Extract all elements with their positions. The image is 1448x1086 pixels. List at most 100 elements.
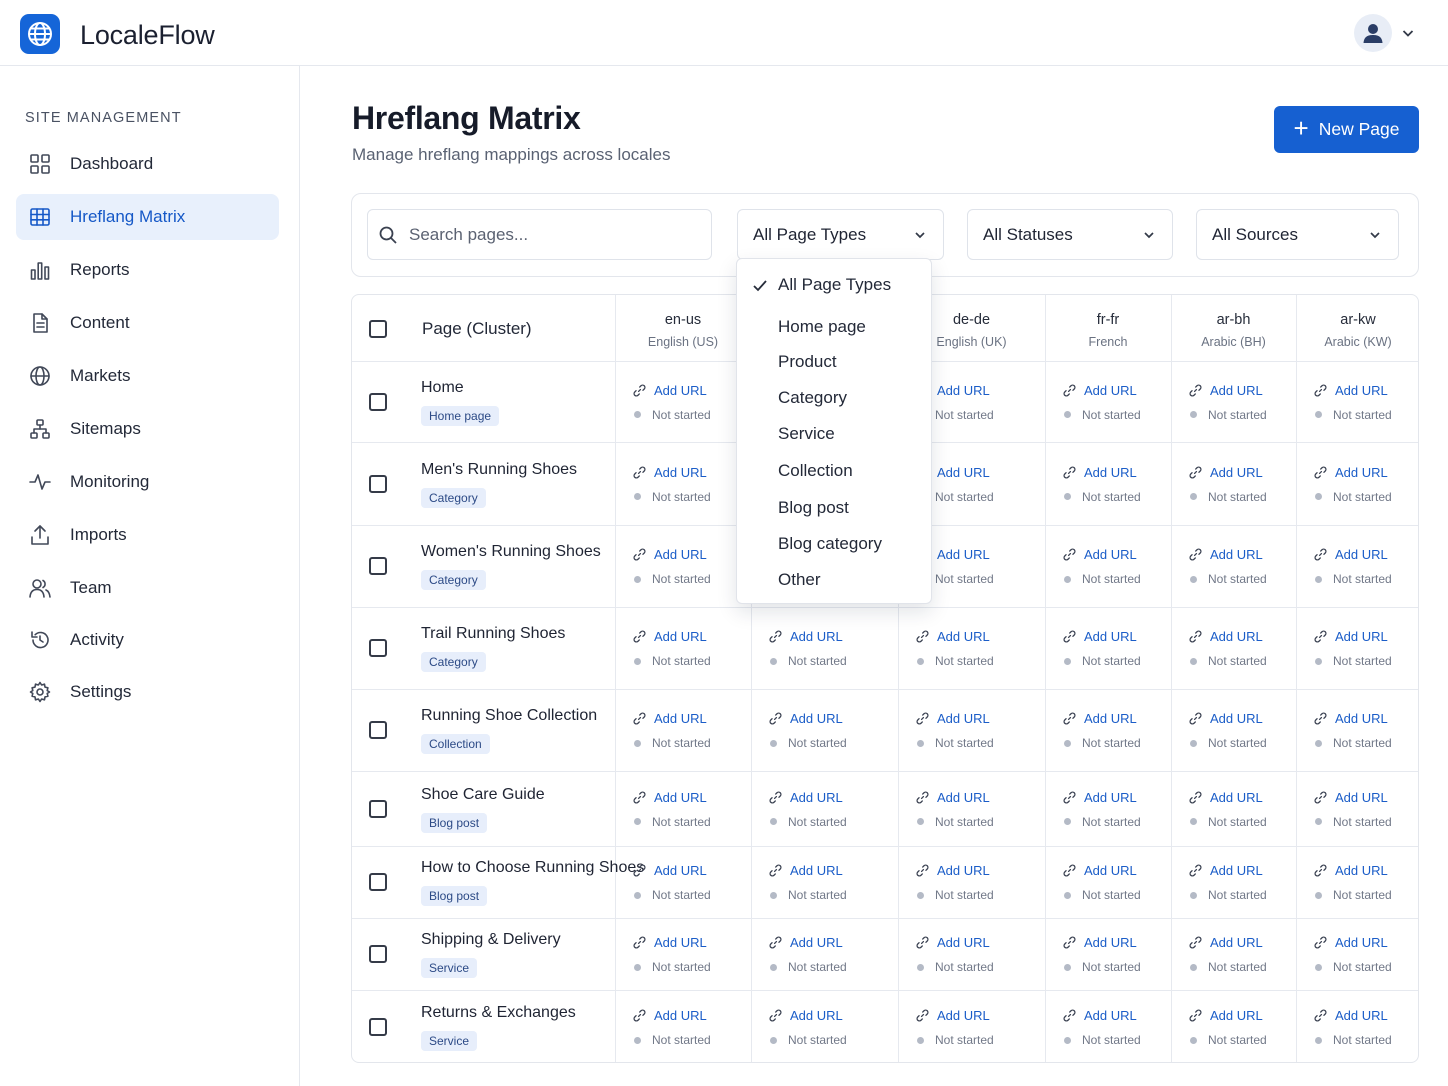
add-url-link[interactable]: Add URL	[1314, 465, 1388, 480]
page-title-link[interactable]: Women's Running Shoes	[421, 543, 601, 561]
add-url-link[interactable]: Add URL	[1063, 465, 1137, 480]
sidebar-item-monitoring[interactable]: Monitoring	[16, 459, 279, 505]
add-url-link[interactable]: Add URL	[1189, 629, 1263, 644]
sidebar-item-sitemaps[interactable]: Sitemaps	[16, 406, 279, 452]
source-select[interactable]: All Sources	[1196, 209, 1399, 260]
add-url-link[interactable]: Add URL	[633, 1008, 707, 1023]
add-url-link[interactable]: Add URL	[916, 790, 990, 805]
dropdown-option-category[interactable]: Category	[778, 388, 847, 408]
add-url-link[interactable]: Add URL	[1314, 629, 1388, 644]
add-url-link[interactable]: Add URL	[1063, 547, 1137, 562]
select-all-checkbox[interactable]	[369, 320, 387, 338]
page-title-link[interactable]: How to Choose Running Shoes	[421, 859, 644, 877]
add-url-link[interactable]: Add URL	[633, 935, 707, 950]
dropdown-option-other[interactable]: Other	[778, 570, 821, 590]
sidebar-item-reports[interactable]: Reports	[16, 247, 279, 293]
add-url-link[interactable]: Add URL	[1314, 790, 1388, 805]
dropdown-option-product[interactable]: Product	[778, 352, 837, 372]
row-checkbox[interactable]	[369, 873, 387, 891]
status-select[interactable]: All Statuses	[967, 209, 1173, 260]
dropdown-option-blog-category[interactable]: Blog category	[778, 534, 882, 554]
sidebar-item-hreflang-matrix[interactable]: Hreflang Matrix	[16, 194, 279, 240]
new-page-button[interactable]: + New Page	[1274, 106, 1419, 153]
add-url-link[interactable]: Add URL	[769, 790, 843, 805]
add-url-link[interactable]: Add URL	[1314, 935, 1388, 950]
add-url-link[interactable]: Add URL	[1189, 1008, 1263, 1023]
row-checkbox[interactable]	[369, 1018, 387, 1036]
dropdown-option-home-page[interactable]: Home page	[778, 317, 866, 337]
sidebar-item-content[interactable]: Content	[16, 300, 279, 346]
page-title-link[interactable]: Trail Running Shoes	[421, 625, 565, 643]
add-url-link[interactable]: Add URL	[1189, 383, 1263, 398]
add-url-link[interactable]: Add URL	[1063, 1008, 1137, 1023]
page-title-link[interactable]: Home	[421, 379, 464, 397]
add-url-link[interactable]: Add URL	[1063, 863, 1137, 878]
sidebar-item-dashboard[interactable]: Dashboard	[16, 141, 279, 187]
status-dot	[770, 891, 777, 899]
search-input[interactable]	[409, 224, 689, 245]
row-checkbox[interactable]	[369, 557, 387, 575]
add-url-link[interactable]: Add URL	[633, 863, 707, 878]
row-checkbox[interactable]	[369, 945, 387, 963]
add-url-link[interactable]: Add URL	[916, 629, 990, 644]
add-url-link[interactable]: Add URL	[1063, 711, 1137, 726]
search-box[interactable]	[367, 209, 712, 260]
row-checkbox[interactable]	[369, 639, 387, 657]
page-title-link[interactable]: Men's Running Shoes	[421, 461, 577, 479]
chevron-down-icon[interactable]	[1400, 25, 1416, 41]
status-label: Not started	[1333, 814, 1392, 829]
add-url-link[interactable]: Add URL	[1314, 711, 1388, 726]
add-url-link[interactable]: Add URL	[1189, 790, 1263, 805]
add-url-link[interactable]: Add URL	[916, 935, 990, 950]
add-url-link[interactable]: Add URL	[769, 1008, 843, 1023]
add-url-link[interactable]: Add URL	[1189, 935, 1263, 950]
add-url-link[interactable]: Add URL	[1314, 863, 1388, 878]
sidebar-item-markets[interactable]: Markets	[16, 353, 279, 399]
add-url-link[interactable]: Add URL	[1063, 383, 1137, 398]
row-checkbox[interactable]	[369, 721, 387, 739]
add-url-link[interactable]: Add URL	[633, 711, 707, 726]
globe-logo-icon[interactable]	[20, 14, 60, 54]
sidebar-item-activity[interactable]: Activity	[16, 617, 279, 663]
add-url-link[interactable]: Add URL	[1189, 465, 1263, 480]
add-url-link[interactable]: Add URL	[916, 863, 990, 878]
page-title-link[interactable]: Running Shoe Collection	[421, 707, 597, 725]
dropdown-option-blog-post[interactable]: Blog post	[778, 498, 849, 518]
add-url-link[interactable]: Add URL	[633, 465, 707, 480]
add-url-link[interactable]: Add URL	[1314, 383, 1388, 398]
row-checkbox[interactable]	[369, 474, 387, 493]
page-title-link[interactable]: Returns & Exchanges	[421, 1004, 576, 1022]
add-url-link[interactable]: Add URL	[916, 1008, 990, 1023]
sidebar-item-imports[interactable]: Imports	[16, 512, 279, 558]
sidebar-item-team[interactable]: Team	[16, 565, 279, 611]
add-url-link[interactable]: Add URL	[633, 383, 707, 398]
add-url-link[interactable]: Add URL	[769, 711, 843, 726]
add-url-link[interactable]: Add URL	[1314, 1008, 1388, 1023]
dropdown-option-all-page-types[interactable]: All Page Types	[778, 275, 891, 295]
add-url-link[interactable]: Add URL	[1063, 935, 1137, 950]
add-url-link[interactable]: Add URL	[633, 547, 707, 562]
dropdown-option-collection[interactable]: Collection	[778, 461, 853, 481]
page-type-select[interactable]: All Page Types	[737, 209, 944, 260]
add-url-link[interactable]: Add URL	[769, 935, 843, 950]
add-url-link[interactable]: Add URL	[1063, 629, 1137, 644]
add-url-link[interactable]: Add URL	[916, 711, 990, 726]
add-url-link[interactable]: Add URL	[769, 629, 843, 644]
row-checkbox[interactable]	[369, 392, 387, 411]
page-title-link[interactable]: Shoe Care Guide	[421, 786, 545, 804]
add-url-link[interactable]: Add URL	[1189, 547, 1263, 562]
add-url-link[interactable]: Add URL	[1189, 863, 1263, 878]
add-url-link[interactable]: Add URL	[633, 629, 707, 644]
add-url-link[interactable]: Add URL	[1063, 790, 1137, 805]
sidebar-item-settings[interactable]: Settings	[16, 669, 279, 715]
add-url-link[interactable]: Add URL	[633, 790, 707, 805]
user-avatar[interactable]	[1354, 14, 1392, 52]
status-label: Not started	[1082, 736, 1141, 750]
add-url-link[interactable]: Add URL	[1189, 711, 1263, 726]
add-url-link[interactable]: Add URL	[769, 863, 843, 878]
page-title-link[interactable]: Shipping & Delivery	[421, 931, 561, 949]
add-url-link[interactable]: Add URL	[1314, 547, 1388, 562]
row-checkbox[interactable]	[369, 799, 387, 818]
page-title: Hreflang Matrix	[352, 100, 581, 136]
dropdown-option-service[interactable]: Service	[778, 424, 835, 444]
